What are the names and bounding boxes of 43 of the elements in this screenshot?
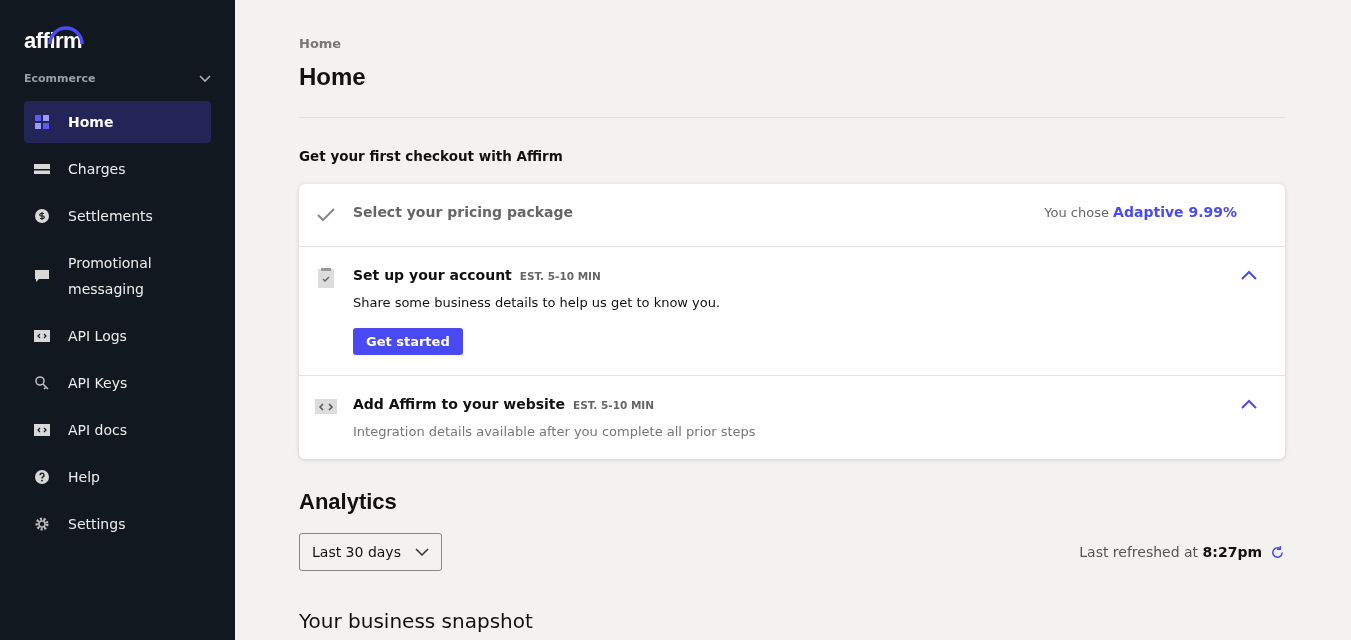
dollar-icon (34, 208, 50, 224)
nav-item[interactable]: Promotional messaging (24, 242, 211, 310)
nav-item[interactable]: API Keys (24, 362, 211, 404)
key-icon (34, 375, 50, 391)
chosen-package-link[interactable]: Adaptive 9.99% (1113, 204, 1237, 220)
help-icon (34, 469, 50, 485)
section-heading: Get your first checkout with Affirm (299, 148, 564, 164)
page-title: Home (299, 63, 367, 91)
last-refreshed-text: Last refreshed at 8:27pm (1079, 544, 1262, 560)
code-icon (34, 328, 50, 344)
section-title: Analytics (299, 489, 398, 515)
date-range-dropdown[interactable]: Last 30 days (299, 533, 442, 571)
clipboard-icon (315, 267, 337, 289)
refresh-icon[interactable] (1270, 544, 1285, 560)
nav-item[interactable]: Settlements (24, 195, 211, 237)
chevron-up-icon[interactable] (1241, 399, 1257, 409)
nav-item[interactable]: Charges (24, 148, 211, 190)
nav-item[interactable]: API Logs (24, 315, 211, 357)
step-title: Select your pricing package (353, 204, 573, 220)
chat-bubble-icon (34, 268, 50, 284)
account-dropdown[interactable]: Ecommerce (24, 72, 211, 85)
step-title: Set up your account (353, 267, 512, 283)
grid-icon (34, 114, 50, 130)
step-description: Integration details available after you complete all prior steps (353, 424, 757, 439)
code-icon (34, 422, 50, 438)
time-estimate: EST. 5-10 MIN (573, 399, 655, 411)
step-description: Share some business details to help us get to know you. (353, 295, 722, 310)
chevron-down-icon (199, 74, 211, 83)
nav-item[interactable]: Help (24, 456, 211, 498)
chosen-label: You chose (1044, 205, 1109, 220)
chevron-up-icon[interactable] (1241, 270, 1257, 280)
card-icon (34, 161, 50, 177)
nav-item[interactable]: Settings (24, 503, 211, 545)
get-started-button[interactable]: Get started (353, 328, 463, 355)
nav-item[interactable]: API docs (24, 409, 211, 451)
nav-item[interactable]: Home (24, 101, 211, 143)
time-estimate: EST. 5-10 MIN (519, 270, 601, 282)
chevron-down-icon (414, 548, 429, 556)
settings-icon (34, 516, 50, 532)
affirm-logo: affirm (24, 28, 83, 54)
section-title: Your business snapshot (299, 609, 534, 633)
step-title: Add Affirm to your website (353, 396, 565, 412)
breadcrumb-link[interactable]: Home (299, 36, 1285, 51)
